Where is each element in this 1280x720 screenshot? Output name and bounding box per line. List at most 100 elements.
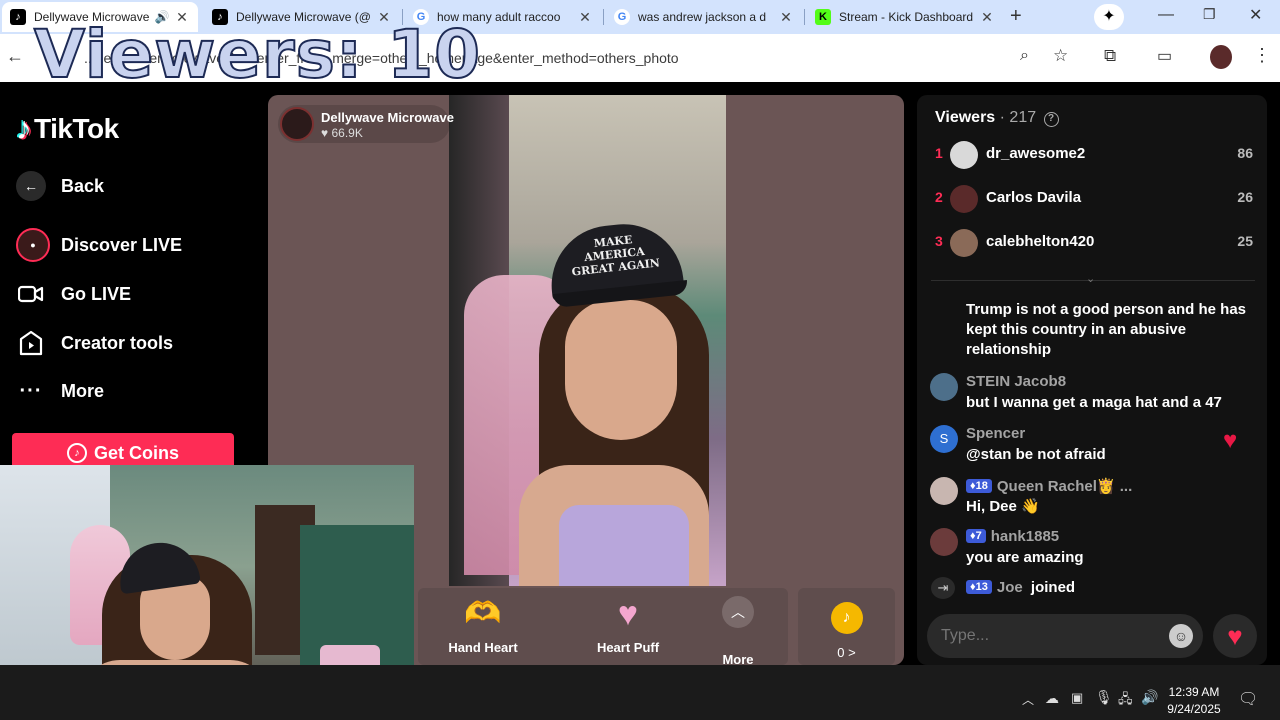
close-tab-icon[interactable]: ✕ (979, 9, 995, 26)
back-label: Back (61, 175, 105, 196)
browser-tab[interactable]: G was andrew jackson a d ✕ (606, 2, 802, 32)
device-icon[interactable]: ▣ (1071, 690, 1083, 706)
zoom-icon[interactable]: ⌕ (1020, 47, 1029, 65)
restore-icon[interactable]: ❐ (1203, 6, 1216, 23)
sidebar-item-discover-live[interactable]: ● Discover LIVE (16, 228, 182, 262)
gift-tray: 🫶 Hand Heart ♥ Heart Puff ︿ More (418, 588, 788, 665)
heart-puff-icon: ♥ (617, 595, 639, 633)
minimize-icon[interactable]: — (1158, 6, 1174, 24)
gemini-icon[interactable]: ✦ (1094, 4, 1124, 30)
coins-label: 0 > (837, 645, 856, 660)
chat-username[interactable]: ♦18 Queen Rachel👸 ... (966, 477, 1132, 495)
sidebar-item-creator-tools[interactable]: Creator tools (16, 328, 173, 358)
viewer-rank: 2 (935, 189, 943, 205)
chat-username[interactable]: Spencer (966, 425, 1025, 442)
chat-message: Trump is not a good person and he has ke… (917, 300, 1267, 360)
network-icon[interactable]: 🖧 (1118, 690, 1133, 712)
chat-avatar[interactable] (930, 528, 958, 556)
back-button[interactable]: ← Back (16, 171, 104, 201)
top-viewer-row[interactable]: 1 dr_awesome2 86 (917, 135, 1267, 175)
heart-icon: ♥ (321, 126, 329, 140)
tab-title: Stream - Kick Dashboard (839, 10, 974, 24)
volume-icon[interactable]: 🔊 (1141, 689, 1158, 706)
extensions-icon[interactable]: ⧉ (1104, 46, 1116, 66)
join-user[interactable]: ♦13 Joe joined (966, 579, 1075, 596)
top-viewer-row[interactable]: 3 calebhelton420 25 (917, 223, 1267, 263)
emoji-icon[interactable]: ☺ (1169, 624, 1193, 648)
chat-message: S Spencer @stan be not afraid ♥ (917, 423, 1267, 467)
onedrive-icon[interactable]: ☁ (1045, 690, 1059, 707)
live-video[interactable]: MAKE AMERICA GREAT AGAIN (449, 95, 726, 586)
join-icon: ⇥ (931, 577, 955, 599)
likes-value: 66.9K (331, 126, 363, 140)
tray-chevron-icon[interactable]: ︿ (1022, 691, 1034, 708)
clock[interactable]: 12:39 AM 9/24/2025 (1162, 684, 1226, 718)
expand-chevron-icon[interactable]: ⌄ (1086, 272, 1095, 285)
coins-balance[interactable]: ♪ 0 > (798, 588, 895, 665)
host-name[interactable]: Dellywave Microwave (321, 110, 454, 125)
viewers-header[interactable]: Viewers · 217 ? (935, 109, 1059, 127)
help-icon[interactable]: ? (1043, 112, 1059, 127)
sidebar-item-go-live[interactable]: Go LIVE (16, 279, 131, 309)
chevron-up-icon: ︿ (722, 596, 754, 628)
top-viewer-row[interactable]: 2 Carlos Davila 26 (917, 179, 1267, 219)
notifications-icon[interactable]: 🗨 (1238, 689, 1258, 709)
more-gifts-button[interactable]: ︿ More (710, 596, 766, 665)
gift-heart-puff[interactable]: ♥ Heart Puff (583, 596, 673, 664)
top-garment (559, 505, 689, 586)
viewer-name: dr_awesome2 (986, 145, 1086, 162)
viewer-avatar (950, 141, 978, 169)
live-chat-panel: Viewers · 217 ? 1 dr_awesome2 86 2 Carlo… (917, 95, 1267, 665)
sidebar-item-label: More (61, 380, 105, 401)
back-arrow-icon[interactable]: ← (6, 46, 24, 67)
green-shelf (300, 525, 414, 665)
sidebar-item-more[interactable]: ··· More (16, 376, 105, 406)
chat-input[interactable]: ☺ (927, 614, 1203, 658)
gift-hand-heart[interactable]: 🫶 Hand Heart (438, 596, 528, 664)
close-tab-icon[interactable]: ✕ (778, 9, 794, 26)
host-info[interactable]: Dellywave Microwave ♥ 66.9K (278, 105, 454, 143)
join-text: joined (1030, 579, 1076, 596)
chat-username[interactable]: STEIN Jacob8 (966, 373, 1066, 390)
face (565, 300, 677, 440)
viewers-count: · 217 (999, 109, 1037, 126)
host-avatar[interactable] (280, 107, 314, 141)
join-notice: ⇥ ♦13 Joe joined (917, 577, 1267, 601)
tab-divider (804, 9, 805, 25)
viewer-name: calebhelton420 (986, 233, 1095, 250)
level-badge: ♦13 (966, 580, 992, 594)
chrome-menu-icon[interactable]: ⋮ (1253, 45, 1271, 66)
microphone-icon[interactable]: 🎙 (1095, 689, 1113, 706)
tiktok-logo[interactable]: ♪ TikTok (16, 110, 119, 147)
cap-text: MAKE AMERICA GREAT AGAIN (571, 233, 661, 279)
browser-tab[interactable]: K Stream - Kick Dashboard ✕ (807, 2, 1003, 32)
window-close-icon[interactable]: ✕ (1249, 5, 1262, 25)
sidepanel-icon[interactable]: ▭ (1157, 46, 1172, 66)
profile-avatar[interactable] (1210, 45, 1232, 69)
viewer-score: 86 (1237, 145, 1253, 161)
tiktok-wordmark: TikTok (34, 112, 119, 144)
chat-text-field[interactable] (941, 624, 1161, 648)
clock-date: 9/24/2025 (1167, 702, 1221, 716)
discover-live-icon: ● (16, 228, 50, 262)
bookmark-star-icon[interactable]: ☆ (1053, 46, 1068, 66)
back-arrow-icon: ← (16, 171, 46, 201)
sidebar-item-label: Discover LIVE (61, 234, 183, 255)
chat-text: Trump is not a good person and he has ke… (966, 301, 1247, 358)
like-heart-button[interactable]: ♥ (1213, 614, 1257, 658)
viewer-score: 26 (1237, 189, 1253, 205)
chat-avatar[interactable] (930, 477, 958, 505)
coin-icon: ♪ (66, 443, 87, 463)
likes-count: ♥ 66.9K (321, 126, 363, 140)
chat-username[interactable]: ♦7 hank1885 (966, 528, 1059, 545)
new-tab-icon[interactable]: + (1010, 5, 1022, 28)
level-number: 13 (975, 581, 988, 593)
taskbar: ︿ ☁ ▣ 🎙 🖧 🔊 12:39 AM 9/24/2025 🗨 (0, 665, 1280, 720)
more-label: More (722, 652, 754, 665)
close-tab-icon[interactable]: ✕ (577, 9, 593, 26)
more-icon: ··· (19, 379, 43, 402)
chat-avatar[interactable]: S (930, 425, 958, 453)
join-username: Joe (996, 579, 1023, 596)
chat-avatar[interactable] (930, 373, 958, 401)
chat-text: @stan be not afraid (966, 446, 1106, 463)
